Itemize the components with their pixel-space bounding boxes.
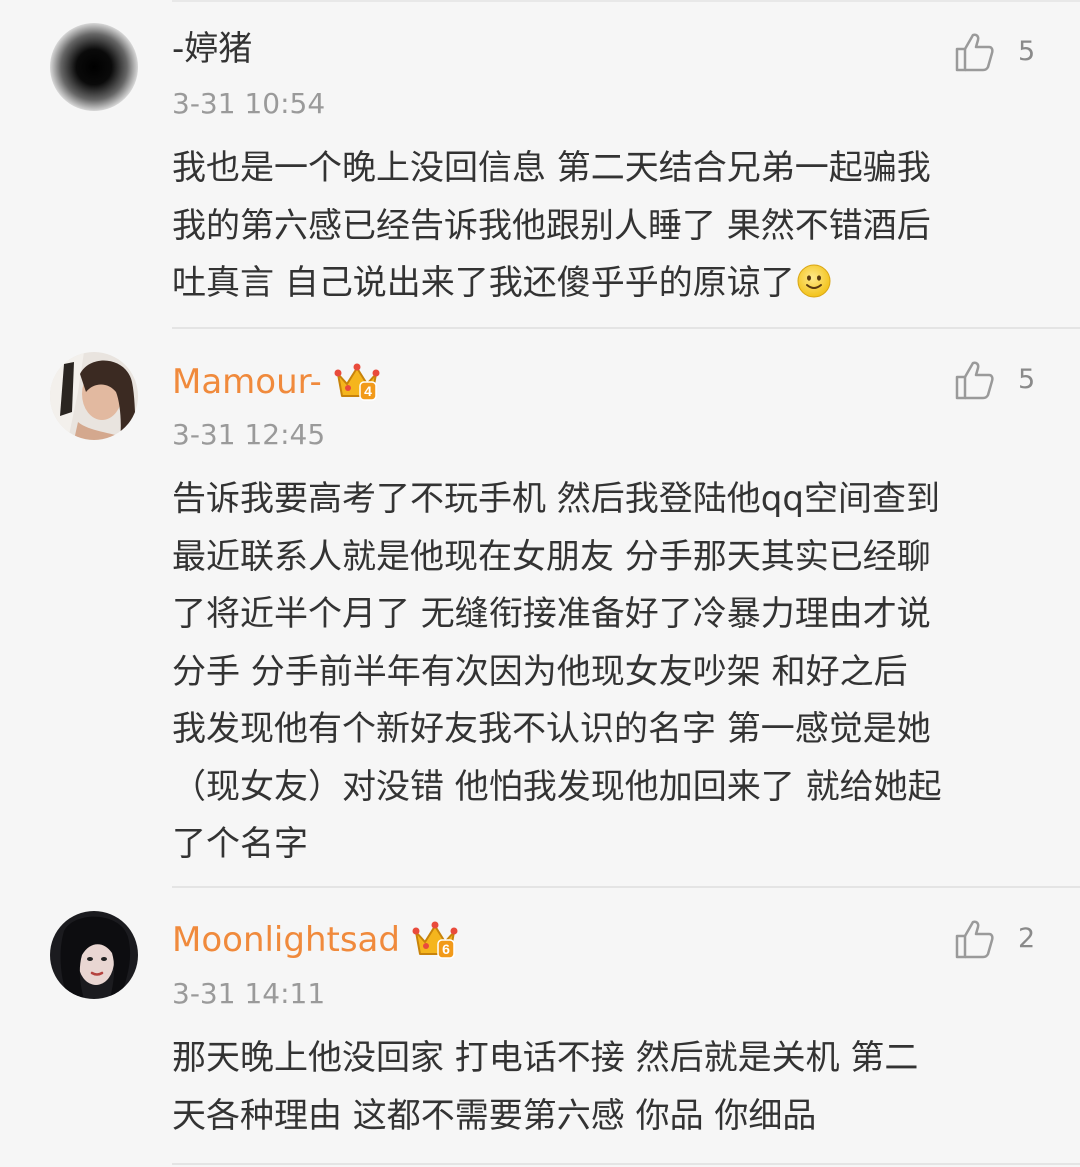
- like-button[interactable]: 5: [952, 30, 1035, 74]
- username-text[interactable]: Mamour-: [172, 362, 322, 402]
- comment-line: 我也是一个晚上没回信息 第二天结合兄弟一起骗我: [172, 148, 931, 188]
- comment-text: 那天晚上他没回家 打电话不接 然后就是关机 第二 天各种理由 这都不需要第六感 …: [172, 1030, 1042, 1145]
- smile-emoji-icon: [797, 264, 831, 298]
- comment-divider: [172, 327, 1080, 329]
- comment-username[interactable]: Mamour- 4: [172, 360, 380, 404]
- like-button[interactable]: 2: [952, 917, 1035, 961]
- comment-line: 天各种理由 这都不需要第六感 你品 你细品: [172, 1095, 817, 1136]
- comment-line: 告诉我要高考了不玩手机 然后我登陆他qq空间查到: [172, 479, 940, 519]
- portrait-avatar-icon[interactable]: [50, 911, 138, 999]
- comment-line: 吐真言 自己说出来了我还傻乎乎的原谅了: [172, 263, 795, 303]
- comment-time: 3-31 12:45: [172, 418, 326, 451]
- thumbs-up-icon: [955, 920, 994, 959]
- like-count: 2: [1018, 923, 1036, 954]
- like-button[interactable]: 5: [952, 358, 1035, 402]
- portrait-avatar-icon[interactable]: [50, 352, 138, 440]
- thumbs-up-icon: [955, 33, 994, 72]
- top-divider: [172, 0, 1080, 2]
- username-text[interactable]: Moonlightsad: [172, 920, 400, 960]
- vip-crown-icon: 6: [412, 921, 458, 959]
- comment-line: 我发现他有个新好友我不认识的名字 第一感觉是她: [172, 709, 931, 749]
- username-text[interactable]: -婷猪: [172, 29, 252, 69]
- comment-line-with-emoji: 吐真言 自己说出来了我还傻乎乎的原谅了: [172, 255, 1042, 313]
- comment-line: 分手 分手前半年有次因为他现女友吵架 和好之后: [172, 651, 908, 692]
- comment-line: 那天晚上他没回家 打电话不接 然后就是关机 第二: [172, 1038, 919, 1078]
- comment-time: 3-31 10:54: [172, 87, 326, 120]
- comment-username[interactable]: -婷猪: [172, 29, 252, 69]
- comment-time: 3-31 14:11: [172, 977, 326, 1010]
- comment-divider: [172, 1163, 1080, 1165]
- comment-text: 我也是一个晚上没回信息 第二天结合兄弟一起骗我 我的第六感已经告诉我他跟别人睡了…: [172, 140, 1042, 313]
- vip-crown-icon: 4: [334, 363, 380, 401]
- comment-line: 我的第六感已经告诉我他跟别人睡了 果然不错酒后: [172, 205, 931, 246]
- blurred-dark-avatar-icon[interactable]: [50, 23, 138, 111]
- vip-level-text: 4: [364, 383, 372, 399]
- comment-line: 了将近半个月了 无缝衔接准备好了冷暴力理由才说: [172, 594, 931, 634]
- comment-line: 了个名字: [172, 824, 308, 864]
- comment-line: 最近联系人就是他现在女朋友 分手那天其实已经聊: [172, 536, 931, 577]
- thumbs-up-icon: [955, 361, 994, 400]
- comment-divider: [172, 886, 1080, 888]
- comment-username[interactable]: Moonlightsad 6: [172, 918, 458, 962]
- like-count: 5: [1018, 364, 1036, 395]
- comment-line: （现女友）对没错 他怕我发现他加回来了 就给她起: [172, 766, 942, 807]
- comment-text: 告诉我要高考了不玩手机 然后我登陆他qq空间查到 最近联系人就是他现在女朋友 分…: [172, 471, 1042, 874]
- like-count: 5: [1018, 36, 1036, 67]
- vip-level-text: 6: [442, 941, 450, 957]
